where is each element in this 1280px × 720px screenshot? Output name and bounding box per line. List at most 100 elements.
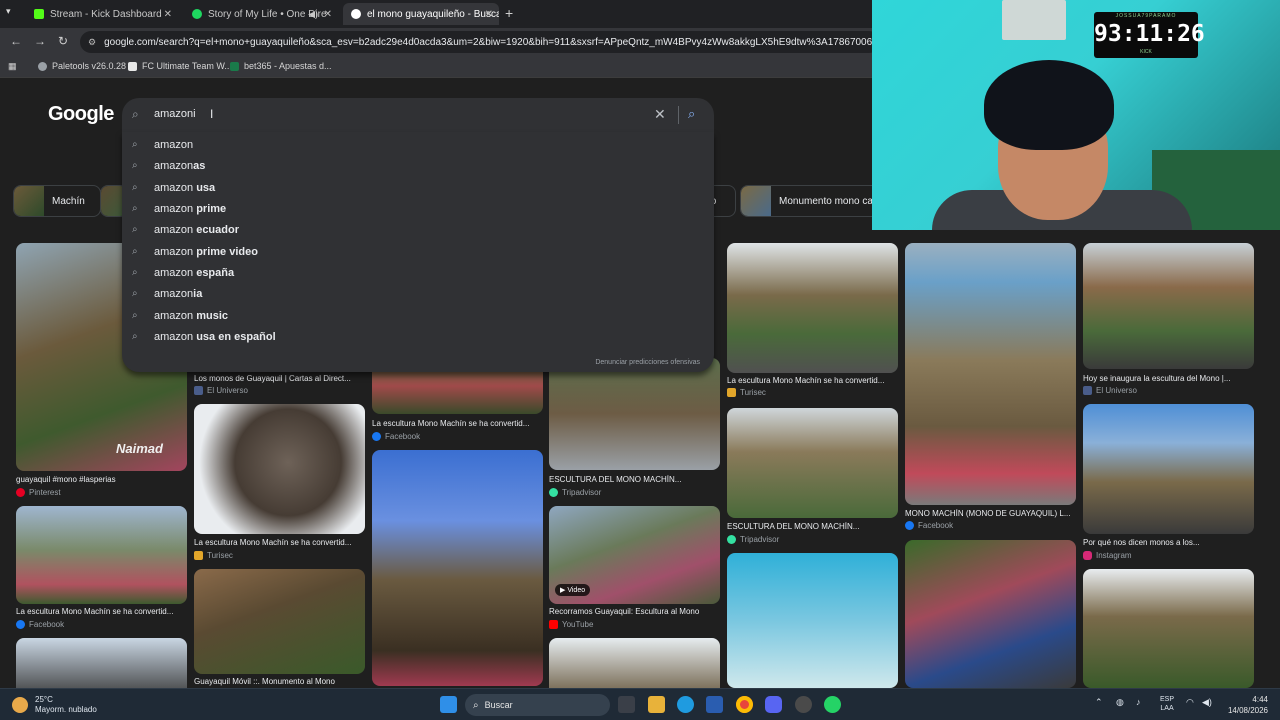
bookmark-paletools[interactable]: Paletools v26.0.28 <box>38 61 126 71</box>
volume-icon[interactable]: ◀) <box>1202 697 1212 708</box>
whatsapp-icon[interactable] <box>824 696 841 713</box>
search-icon: ⌕ <box>132 267 138 278</box>
result-image[interactable] <box>1083 569 1254 688</box>
tray-app-icon[interactable]: ◍ <box>1116 697 1124 708</box>
task-view-icon[interactable] <box>618 696 635 713</box>
taskbar-search[interactable]: ⌕ Buscar <box>465 694 610 716</box>
suggestion-item[interactable]: ⌕ amazon usa en español <box>122 326 714 347</box>
weather-widget[interactable]: 25°C Mayorm. nublado <box>12 695 97 715</box>
result-source[interactable]: Tripadvisor <box>549 488 601 497</box>
result-image[interactable] <box>1083 243 1254 369</box>
chip-machin[interactable]: Machín <box>13 185 101 217</box>
result-image[interactable]: ▶ Video <box>549 506 720 604</box>
new-tab-button[interactable]: + <box>505 5 513 21</box>
suggestion-item[interactable]: ⌕ amazon ecuador <box>122 219 714 240</box>
result-source[interactable]: YouTube <box>549 620 593 629</box>
report-predictions-link[interactable]: Denunciar predicciones ofensivas <box>595 359 700 366</box>
result-source[interactable]: Turisec <box>727 388 766 397</box>
result-caption[interactable]: ESCULTURA DEL MONO MACHÍN... <box>549 475 720 484</box>
result-image[interactable] <box>905 243 1076 505</box>
suggestion-item[interactable]: ⌕ amazonas <box>122 155 714 176</box>
weather-text: 25°C Mayorm. nublado <box>35 695 97 715</box>
bookmark-fc-ultimate-team[interactable]: FC Ultimate Team W... <box>128 61 232 71</box>
suggestion-item[interactable]: ⌕ amazon <box>122 134 714 155</box>
bookmark-bet365[interactable]: bet365 - Apuestas d... <box>230 61 332 71</box>
store-icon[interactable] <box>706 696 723 713</box>
suggestion-item[interactable]: ⌕ amazon españa <box>122 262 714 283</box>
result-caption[interactable]: MONO MACHÍN (MONO DE GUAYAQUIL) L... <box>905 509 1076 518</box>
result-source[interactable]: Facebook <box>16 620 64 629</box>
chip-monumento-mono[interactable]: Monumento mono ca <box>740 185 880 217</box>
result-image[interactable] <box>194 404 365 534</box>
result-image[interactable] <box>1083 404 1254 534</box>
suggestion-item[interactable]: ⌕ amazonia <box>122 283 714 304</box>
tab-spotify[interactable]: Story of My Life • One Dire ◀) ✕ <box>184 3 338 25</box>
result-image[interactable] <box>727 553 898 688</box>
discord-icon[interactable] <box>765 696 782 713</box>
result-image[interactable] <box>194 569 365 674</box>
google-logo[interactable]: Google <box>48 103 114 126</box>
result-image[interactable] <box>905 540 1076 688</box>
result-source[interactable]: El Universo <box>1083 386 1137 395</box>
result-caption[interactable]: Guayaquil Móvil ::. Monumento al Mono <box>194 677 365 686</box>
windows-start-icon[interactable] <box>440 696 457 713</box>
result-source[interactable]: Pinterest <box>16 488 61 497</box>
tab-kick-dashboard[interactable]: Stream - Kick Dashboard ✕ <box>26 3 178 25</box>
result-image[interactable] <box>549 638 720 688</box>
result-image[interactable] <box>727 243 898 373</box>
language-indicator[interactable]: ESP LAA <box>1160 695 1174 713</box>
result-caption[interactable]: guayaquil #mono #lasperias <box>16 475 187 484</box>
result-image[interactable] <box>16 638 187 688</box>
keyboard-layout: LAA <box>1160 705 1174 712</box>
tray-chevron-icon[interactable]: ⌃ <box>1095 697 1103 708</box>
speaker-icon[interactable]: ◀) <box>308 9 318 20</box>
result-source-label: Facebook <box>385 432 421 441</box>
result-source[interactable]: El Universo <box>194 386 248 395</box>
result-source[interactable]: Instagram <box>1083 551 1132 560</box>
microphone-icon[interactable]: ♪ <box>1136 697 1141 707</box>
result-caption[interactable]: Hoy se inaugura la escultura del Mono |.… <box>1083 374 1254 383</box>
clear-search-button[interactable]: ✕ <box>654 106 666 123</box>
result-image[interactable] <box>372 450 543 686</box>
apps-grid-icon[interactable]: ▦ <box>8 61 17 72</box>
suggestion-item[interactable]: ⌕ amazon prime <box>122 198 714 219</box>
tab-google-search[interactable]: el mono guayaquileño - Buscar ✕ <box>343 3 499 25</box>
wifi-icon[interactable]: ◠ <box>1186 697 1194 708</box>
suggestion-item[interactable]: ⌕ amazon prime video <box>122 241 714 262</box>
result-caption[interactable]: La escultura Mono Machín se ha convertid… <box>727 376 898 385</box>
result-caption[interactable]: La escultura Mono Machín se ha convertid… <box>372 419 543 428</box>
close-icon[interactable]: ✕ <box>485 9 493 20</box>
back-arrow-icon[interactable]: ← <box>10 34 22 48</box>
result-source[interactable]: Tripadvisor <box>727 535 779 544</box>
search-box[interactable]: ⌕ amazoni I ✕ ⌕ <box>122 98 714 132</box>
result-caption[interactable]: Por qué nos dicen monos a los... <box>1083 538 1254 547</box>
result-image[interactable] <box>727 408 898 518</box>
chrome-icon[interactable] <box>736 696 753 713</box>
result-source[interactable]: Turisec <box>194 551 233 560</box>
file-explorer-icon[interactable] <box>648 696 665 713</box>
result-image[interactable] <box>16 506 187 604</box>
close-icon[interactable]: ✕ <box>164 9 172 20</box>
search-submit-button[interactable]: ⌕ <box>688 106 695 122</box>
obs-icon[interactable] <box>795 696 812 713</box>
suggestion-item[interactable]: ⌕ amazon usa <box>122 177 714 198</box>
result-caption[interactable]: ESCULTURA DEL MONO MACHÍN... <box>727 522 898 531</box>
result-caption[interactable]: Los monos de Guayaquil | Cartas al Direc… <box>194 374 365 383</box>
result-caption[interactable]: La escultura Mono Machín se ha convertid… <box>16 607 187 616</box>
site-info-icon[interactable]: ⚙ <box>88 37 96 48</box>
suggestion-item[interactable]: ⌕ amazon music <box>122 305 714 326</box>
facebook-icon <box>16 620 25 629</box>
system-clock[interactable]: 4:44 14/08/2026 <box>1228 694 1268 716</box>
address-bar[interactable]: ⚙ google.com/search?q=el+mono+guayaquile… <box>80 31 880 53</box>
close-icon[interactable]: ✕ <box>324 9 332 20</box>
result-source[interactable]: Facebook <box>905 521 953 530</box>
search-input[interactable]: amazoni <box>154 108 196 120</box>
tab-search-icon[interactable]: ▾ <box>6 6 20 20</box>
reload-icon[interactable]: ↻ <box>58 34 68 48</box>
result-source[interactable]: Facebook <box>372 432 420 441</box>
result-caption[interactable]: La escultura Mono Machín se ha convertid… <box>194 538 365 547</box>
result-caption[interactable]: Recorramos Guayaquil: Escultura al Mono <box>549 607 720 616</box>
forward-arrow-icon[interactable]: → <box>34 34 46 48</box>
result-image[interactable] <box>549 358 720 470</box>
edge-icon[interactable] <box>677 696 694 713</box>
